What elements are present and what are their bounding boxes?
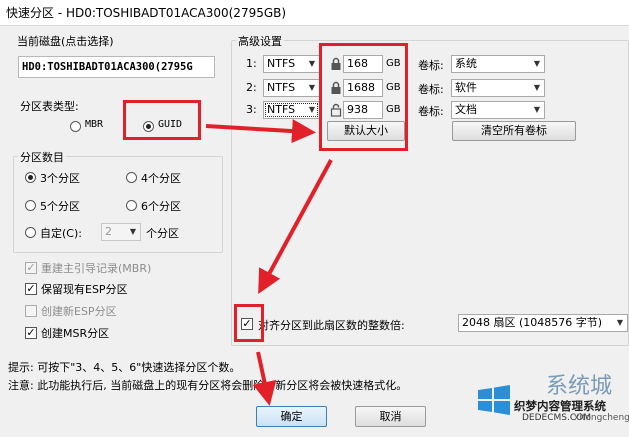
windows-logo-icon	[478, 385, 510, 415]
watermark-line1: 织梦内容管理系统	[514, 399, 606, 413]
watermark-brand: 系统城	[546, 374, 613, 399]
arrow-guid-to-sizes	[205, 119, 316, 144]
arrow-align-to-ok	[252, 351, 277, 406]
watermark-line3: xitongcheng.com	[574, 413, 629, 423]
quick-partition-window: 快速分区 - HD0:TOSHIBADT01ACA300(2795GB) 当前磁…	[0, 0, 629, 437]
watermark: 系统城 织梦内容管理系统 DEDECMS.COM xitongcheng.com	[474, 368, 629, 434]
arrow-sizes-to-align	[258, 159, 333, 295]
